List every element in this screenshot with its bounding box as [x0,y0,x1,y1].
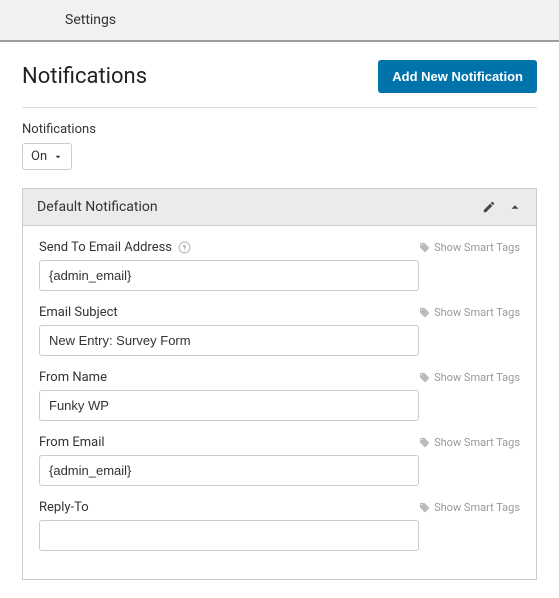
tag-icon [419,372,430,383]
notification-panel: Default Notification Send To Email Addre… [22,188,537,580]
add-new-notification-button[interactable]: Add New Notification [378,60,537,93]
smart-tags-link[interactable]: Show Smart Tags [419,371,520,384]
smart-tags-link[interactable]: Show Smart Tags [419,501,520,514]
collapse-icon[interactable] [508,200,522,214]
from-name-input[interactable] [39,390,419,421]
smart-tags-link[interactable]: Show Smart Tags [419,306,520,319]
page-title: Notifications [22,64,147,89]
notifications-toggle-label: Notifications [22,122,537,137]
edit-icon[interactable] [482,200,496,214]
field-reply-to-label: Reply-To [39,500,89,515]
panel-title: Default Notification [37,199,158,215]
divider [22,107,537,108]
smart-tags-link[interactable]: Show Smart Tags [419,241,520,254]
smart-tags-link[interactable]: Show Smart Tags [419,436,520,449]
tag-icon [419,242,430,253]
field-reply-to: Reply-To Show Smart Tags [39,500,520,551]
panel-body: Send To Email Address Show Smart Tags Em… [23,226,536,579]
field-from-name-label: From Name [39,370,107,385]
tabs-bar: Settings [0,0,559,42]
content-area: Notifications Add New Notification Notif… [0,42,559,598]
field-from-email-label: From Email [39,435,105,450]
panel-header: Default Notification [23,189,536,226]
reply-to-input[interactable] [39,520,419,551]
field-send-to: Send To Email Address Show Smart Tags [39,240,520,291]
send-to-input[interactable] [39,260,419,291]
chevron-down-icon [53,152,63,162]
tag-icon [419,502,430,513]
field-send-to-label: Send To Email Address [39,240,191,255]
panel-actions [482,200,522,214]
field-from-name: From Name Show Smart Tags [39,370,520,421]
tag-icon [419,437,430,448]
field-from-email: From Email Show Smart Tags [39,435,520,486]
header-row: Notifications Add New Notification [22,60,537,93]
notifications-toggle-value: On [31,149,47,164]
field-subject-label: Email Subject [39,305,118,320]
tab-settings[interactable]: Settings [65,12,116,28]
help-icon[interactable] [178,241,191,254]
field-subject: Email Subject Show Smart Tags [39,305,520,356]
tag-icon [419,307,430,318]
subject-input[interactable] [39,325,419,356]
from-email-input[interactable] [39,455,419,486]
notifications-toggle-select[interactable]: On [22,143,72,170]
